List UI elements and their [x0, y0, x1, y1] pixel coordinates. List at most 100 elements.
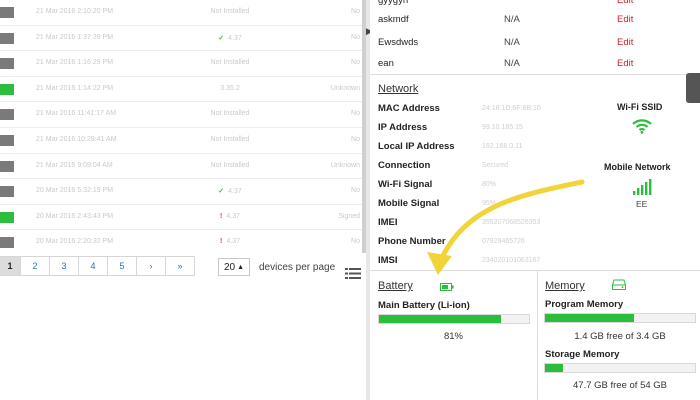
battery-percent: 81%	[443, 331, 463, 342]
right-column-value: Unknown	[330, 161, 360, 169]
agent-version: 4.37	[228, 34, 242, 42]
last-seen-date: 20 Mar 2016 2:20:32 PM	[36, 238, 114, 246]
mobile-network-label: Mobile Network	[604, 162, 671, 172]
page-button[interactable]: 2	[20, 256, 50, 276]
battery-title: Battery	[378, 280, 413, 292]
table-row[interactable]: 20 Mar 2016 2:20:32 PM! 4.37 No	[0, 230, 362, 253]
last-seen-date: 21 Mar 2016 1:14:22 PM	[36, 84, 114, 92]
network-title: Network	[378, 83, 419, 95]
page-button[interactable]: ›	[136, 256, 166, 276]
right-column-value: No	[351, 187, 360, 195]
right-column-value: No	[351, 59, 360, 67]
network-field-label: MAC Address	[378, 103, 440, 114]
right-column-value: No	[351, 238, 360, 246]
warning-icon: !	[220, 212, 223, 220]
custom-field-name: gyygyn	[378, 0, 409, 6]
battery-icon	[440, 283, 454, 291]
status-swatch	[0, 211, 14, 223]
custom-field-name: askmdf	[378, 14, 409, 25]
edit-link[interactable]: Edit	[617, 37, 633, 48]
last-seen-date: 21 Mar 2016 11:41:17 AM	[36, 110, 117, 118]
status-swatch	[0, 160, 14, 172]
battery-level-fill	[379, 315, 501, 323]
table-row[interactable]: 21 Mar 2016 2:10:20 PM Not Installed No	[0, 0, 362, 26]
last-seen-date: 20 Mar 2016 5:32:19 PM	[36, 187, 114, 195]
agent-version: 4.37	[228, 188, 242, 196]
agent-status: Not Installed	[205, 59, 255, 66]
per-page-select[interactable]: 20 ▲	[218, 258, 250, 276]
agent-status: ! 4.37	[205, 213, 255, 220]
program-memory-fill	[545, 314, 634, 322]
status-swatch	[0, 135, 14, 146]
network-field-label: Mobile Signal	[378, 198, 440, 209]
side-tab-handle[interactable]	[686, 73, 700, 103]
edit-link[interactable]: Edit	[617, 0, 633, 6]
agent-status: Not Installed	[205, 110, 255, 117]
last-seen-date: 21 Mar 2016 10:28:41 AM	[36, 136, 117, 143]
network-field-label: Connection	[378, 160, 431, 171]
page-button[interactable]: 3	[49, 256, 79, 276]
devices-table: 21 Mar 2016 2:10:20 PM Not Installed No 21 …	[0, 0, 362, 253]
per-page-label: devices per page	[259, 262, 336, 273]
custom-field-name: Ewsdwds	[378, 37, 419, 48]
agent-status: Not Installed	[205, 162, 255, 169]
agent-status: Not Installed	[205, 136, 255, 143]
agent-version: 4.37	[226, 238, 240, 246]
agent-version: 4.37	[226, 212, 240, 220]
agent-status: 3.35.2	[205, 85, 255, 92]
network-field-value: 192.168.0.11	[482, 143, 523, 150]
warning-icon: !	[220, 238, 223, 246]
last-seen-date: 20 Mar 2016 2:43:43 PM	[36, 212, 114, 220]
page-button[interactable]: »	[165, 256, 195, 276]
page-button[interactable]: 5	[107, 256, 137, 276]
memory-title: Memory	[545, 280, 585, 292]
custom-field-value: N/A	[504, 37, 520, 48]
signal-bars-icon	[633, 179, 652, 195]
page-button[interactable]: 1	[0, 256, 21, 276]
pagination: 1 2 3 4 5 ›»	[0, 256, 195, 276]
edit-link[interactable]: Edit	[617, 14, 633, 25]
storage-memory-bar	[544, 363, 696, 373]
last-seen-date: 21 Mar 2016 9:09:04 AM	[36, 161, 113, 169]
table-row[interactable]: 21 Mar 2016 10:28:41 AM Not Installed No	[0, 128, 362, 154]
agent-status: ! 4.37	[205, 238, 255, 245]
table-row[interactable]: 21 Mar 2016 11:41:17 AM Not Installed No	[0, 102, 362, 128]
agent-version: Not Installed	[210, 59, 250, 67]
list-icon[interactable]	[345, 267, 361, 280]
network-field-label: IMSI	[378, 255, 398, 266]
table-row[interactable]: 21 Mar 2016 1:16:29 PM Not Installed No	[0, 51, 362, 77]
agent-status: ✓ 4.37	[205, 34, 255, 42]
last-seen-date: 21 Mar 2016 2:10:20 PM	[36, 8, 114, 15]
network-field-value: 80%	[482, 181, 497, 188]
check-icon: ✓	[218, 188, 225, 196]
storage-memory-label: Storage Memory	[545, 349, 620, 360]
status-swatch	[0, 32, 14, 44]
table-row[interactable]: 20 Mar 2016 2:43:43 PM! 4.37 Signed	[0, 205, 362, 231]
agent-version: Not Installed	[210, 8, 250, 15]
network-field-label: IP Address	[378, 122, 428, 133]
device-details-screen: 21 Mar 2016 2:10:20 PM Not Installed No 21 …	[0, 0, 700, 400]
edit-link[interactable]: Edit	[617, 58, 633, 69]
network-field-label: Phone Number	[378, 236, 446, 247]
page-button[interactable]: 4	[78, 256, 108, 276]
table-row[interactable]: 20 Mar 2016 5:32:19 PM ✓ 4.37 No	[0, 179, 362, 205]
right-column-value: Unknown	[330, 84, 360, 92]
right-column-value: No	[351, 136, 360, 143]
custom-field-value: N/A	[504, 14, 520, 25]
table-row[interactable]: 21 Mar 2016 1:14:22 PM 3.35.2 Unknown	[0, 77, 362, 103]
storage-memory-text: 47.7 GB free of 54 GB	[573, 380, 667, 391]
program-memory-label: Program Memory	[545, 299, 624, 310]
network-field-value: 234020101063167	[482, 257, 541, 264]
network-field-value: Secured	[482, 162, 509, 169]
program-memory-bar	[544, 313, 696, 323]
agent-version: Not Installed	[210, 136, 250, 143]
last-seen-date: 21 Mar 2016 1:37:39 PM	[36, 33, 114, 41]
network-field-value: 24:18:1D:6F:8B:10	[482, 105, 541, 112]
divider	[370, 270, 700, 271]
table-row[interactable]: 21 Mar 2016 1:37:39 PM ✓ 4.37 No	[0, 26, 362, 52]
custom-field-value: N/A	[504, 58, 520, 69]
table-row[interactable]: 21 Mar 2016 9:09:04 AM Not Installed Unkno…	[0, 154, 362, 180]
agent-version: Not Installed	[210, 161, 250, 169]
check-icon: ✓	[218, 34, 225, 42]
carrier-name: EE	[636, 199, 648, 209]
